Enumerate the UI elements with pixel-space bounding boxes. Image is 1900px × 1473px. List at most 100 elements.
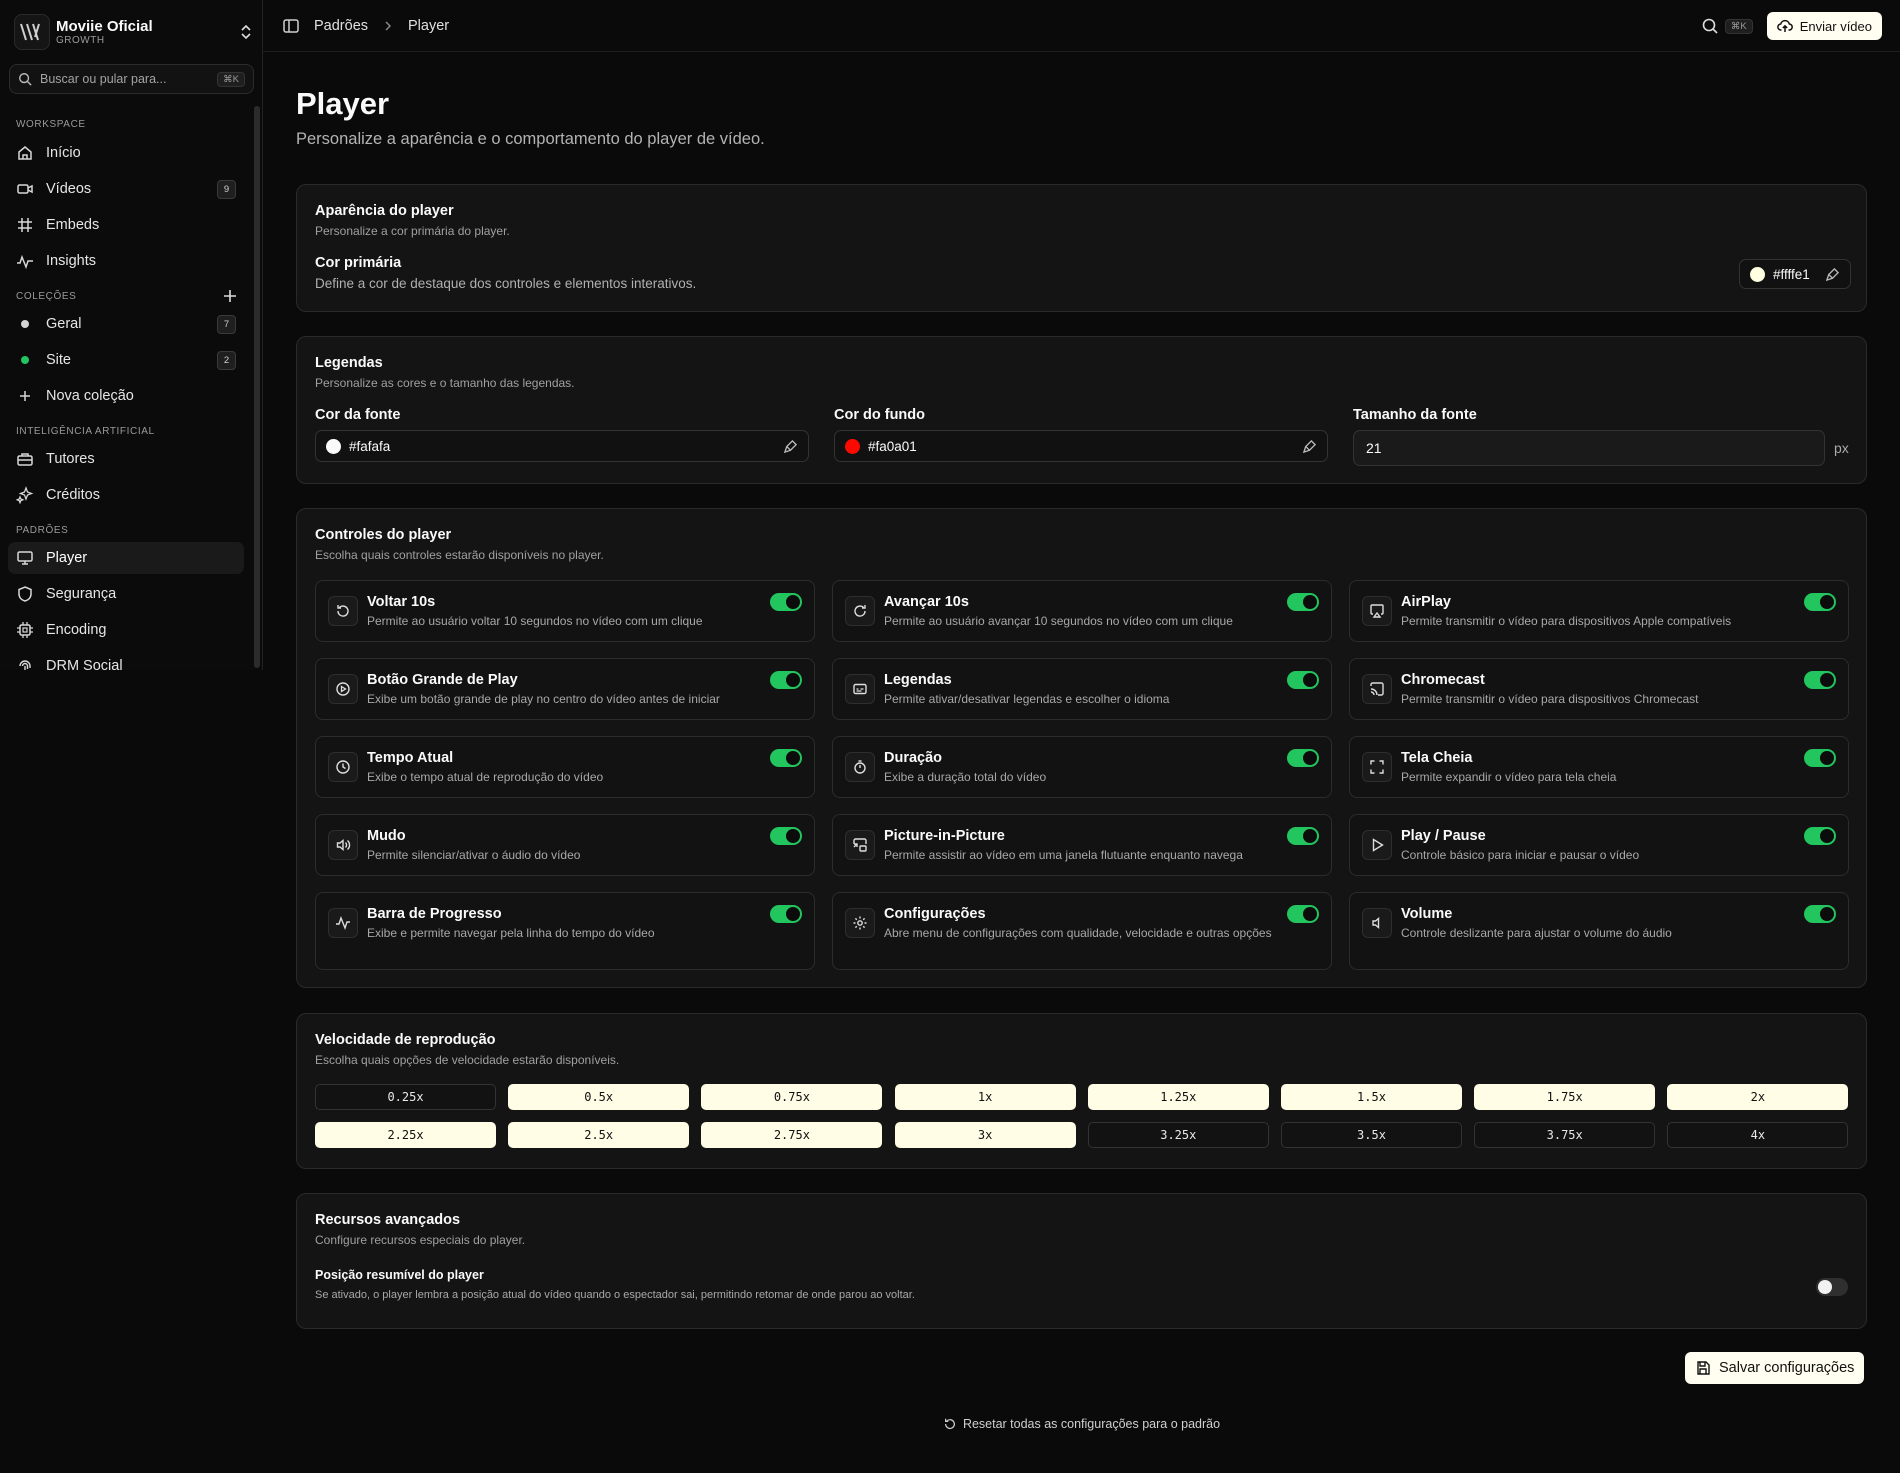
page-subtitle: Personalize a aparência e o comportament… <box>296 130 765 148</box>
control-toggle-picture-in-picture[interactable] <box>1287 827 1319 845</box>
speed-option-2_5x[interactable]: 2.5x <box>508 1122 690 1148</box>
control-toggle-voltar-10s[interactable] <box>770 593 802 611</box>
speed-option-3_75x[interactable]: 3.75x <box>1474 1122 1656 1148</box>
upload-video-button[interactable]: Enviar vídeo <box>1766 12 1882 40</box>
speed-option-4x[interactable]: 4x <box>1667 1122 1849 1148</box>
card-title: Aparência do player <box>315 203 454 219</box>
resume-position-toggle[interactable] <box>1816 1278 1848 1296</box>
sidebar-item-site[interactable]: Site 2 <box>8 344 244 376</box>
search-input[interactable]: Buscar ou pular para... ⌘K <box>9 64 254 94</box>
chevron-right-icon <box>385 20 392 31</box>
speed-option-2x[interactable]: 2x <box>1667 1084 1849 1110</box>
speed-option-0_5x[interactable]: 0.5x <box>508 1084 690 1110</box>
control-toggle-botao-grande-de-play[interactable] <box>770 671 802 689</box>
sidebar-item-tutores[interactable]: Tutores <box>8 443 244 475</box>
reset-defaults-link[interactable]: Resetar todas as configurações para o pa… <box>263 1417 1900 1431</box>
control-toggle-avancar-10s[interactable] <box>1287 593 1319 611</box>
control-toggle-tela-cheia[interactable] <box>1804 749 1836 767</box>
save-settings-button[interactable]: Salvar configurações <box>1685 1352 1865 1384</box>
play-icon <box>1362 830 1392 860</box>
control-toggle-chromecast[interactable] <box>1804 671 1836 689</box>
new-collection-button[interactable]: Nova coleção <box>8 380 244 412</box>
sparkles-icon <box>16 486 34 504</box>
control-title: Tempo Atual <box>367 750 454 766</box>
font-color-picker[interactable]: #fafafa <box>315 430 809 462</box>
search-icon[interactable] <box>1701 17 1719 35</box>
color-swatch <box>845 438 860 454</box>
sidebar-item-insights[interactable]: Insights <box>8 245 244 277</box>
control-title: Duração <box>884 750 943 766</box>
breadcrumb-item[interactable]: Padrões <box>314 18 368 34</box>
font-size-unit: px <box>1834 440 1849 456</box>
control-description: Controle deslizante para ajustar o volum… <box>1401 926 1672 940</box>
bg-color-picker[interactable]: #fa0a01 <box>834 430 1328 462</box>
sidebar-item-label: DRM Social <box>46 658 123 670</box>
breadcrumb: Padrões Player <box>314 18 449 34</box>
control-toggle-mudo[interactable] <box>770 827 802 845</box>
speed-option-0_75x[interactable]: 0.75x <box>701 1084 883 1110</box>
control-toggle-volume[interactable] <box>1804 905 1836 923</box>
control-toggle-legendas[interactable] <box>1287 671 1319 689</box>
sidebar-toggle-icon[interactable] <box>282 17 300 35</box>
captions-card: Legendas Personalize as cores e o tamanh… <box>296 336 1867 484</box>
volume-icon <box>328 830 358 860</box>
control-description: Controle básico para iniciar e pausar o … <box>1401 848 1640 862</box>
sidebar-item-inicio[interactable]: Início <box>8 137 244 169</box>
sidebar-item-label: Início <box>46 145 81 161</box>
paint-icon <box>1302 439 1317 453</box>
color-value: #fafafa <box>349 438 391 454</box>
workspace-switcher[interactable]: Moviie Oficial GROWTH <box>14 12 254 52</box>
font-size-input[interactable]: 21 <box>1353 430 1825 466</box>
save-settings-label: Salvar configurações <box>1719 1360 1855 1376</box>
control-title: Picture-in-Picture <box>884 828 1005 844</box>
color-value: #ffffe1 <box>1773 266 1810 282</box>
fingerprint-icon <box>19 660 31 670</box>
bg-color-label: Cor do fundo <box>834 407 926 423</box>
speed-option-2_25x[interactable]: 2.25x <box>315 1122 496 1148</box>
sidebar-item-encoding[interactable]: Encoding <box>8 614 244 646</box>
rotate-ccw-icon <box>944 1418 955 1430</box>
sidebar-item-creditos[interactable]: Créditos <box>8 479 244 511</box>
primary-color-picker[interactable]: #ffffe1 <box>1739 259 1851 289</box>
speed-option-3x[interactable]: 3x <box>894 1122 1076 1148</box>
control-toggle-configuracoes[interactable] <box>1287 905 1319 923</box>
speed-option-1x[interactable]: 1x <box>894 1084 1076 1110</box>
control-toggle-play-pause[interactable] <box>1804 827 1836 845</box>
add-collection-plus-icon[interactable] <box>222 288 238 304</box>
control-toggle-tempo-atual[interactable] <box>770 749 802 767</box>
sidebar-item-drm-social[interactable]: DRM Social <box>8 650 244 670</box>
control-toggle-duracao[interactable] <box>1287 749 1319 767</box>
speed-option-3_5x[interactable]: 3.5x <box>1281 1122 1462 1148</box>
monitor-icon <box>17 551 33 565</box>
page-title: Player <box>296 86 390 121</box>
color-swatch <box>326 438 341 454</box>
main-content: Player Personalize a aparência e o compo… <box>263 52 1900 1473</box>
brand-plan: GROWTH <box>56 34 105 46</box>
settings-icon <box>845 908 875 938</box>
control-toggle-airplay[interactable] <box>1804 593 1836 611</box>
sidebar-item-geral[interactable]: Geral 7 <box>8 308 244 340</box>
font-color-label: Cor da fonte <box>315 407 401 423</box>
sidebar-item-seguranca[interactable]: Segurança <box>8 578 244 610</box>
speed-option-2_75x[interactable]: 2.75x <box>701 1122 883 1148</box>
speed-option-3_25x[interactable]: 3.25x <box>1087 1122 1269 1148</box>
control-title: Configurações <box>884 906 986 922</box>
control-card-play-pause: Play / Pause Controle básico para iniciar… <box>1349 814 1849 876</box>
sidebar-scrollbar[interactable] <box>254 106 260 668</box>
sidebar-item-videos[interactable]: Vídeos 9 <box>8 173 244 205</box>
control-title: Avançar 10s <box>884 594 969 610</box>
search-placeholder: Buscar ou pular para... <box>40 72 167 86</box>
speed-option-1_75x[interactable]: 1.75x <box>1474 1084 1656 1110</box>
control-toggle-barra-de-progresso[interactable] <box>770 905 802 923</box>
control-card-avancar-10s: Avançar 10s Permite ao usuário avançar 10… <box>832 580 1332 642</box>
control-card-chromecast: Chromecast Permite transmitir o vídeo par… <box>1349 658 1849 720</box>
speed-option-0_25x[interactable]: 0.25x <box>315 1084 496 1110</box>
speed-option-1_25x[interactable]: 1.25x <box>1087 1084 1269 1110</box>
sidebar-item-player[interactable]: Player <box>8 542 244 574</box>
brand-logo <box>14 14 50 50</box>
count-badge: 2 <box>217 350 236 370</box>
sidebar-item-label: Site <box>46 352 71 368</box>
sidebar-item-embeds[interactable]: Embeds <box>8 209 244 241</box>
speed-option-1_5x[interactable]: 1.5x <box>1281 1084 1462 1110</box>
control-description: Exibe um botão grande de play no centro … <box>367 692 720 706</box>
